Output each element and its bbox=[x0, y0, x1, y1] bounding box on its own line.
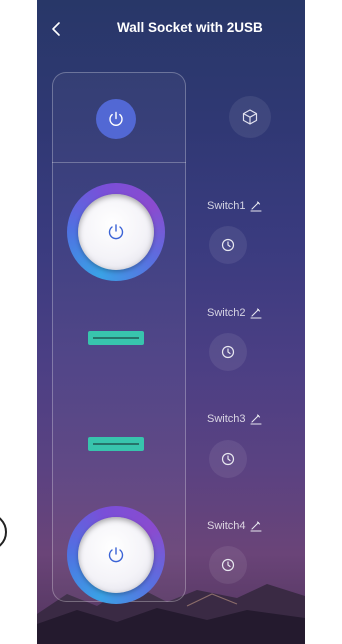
switch3-label: Switch3 bbox=[207, 413, 246, 425]
chevron-left-icon bbox=[52, 22, 60, 36]
top-bar: Wall Socket with 2USB bbox=[37, 0, 305, 60]
switch4-toggle[interactable] bbox=[67, 506, 165, 604]
switch2-timer-button[interactable] bbox=[209, 333, 247, 371]
switch4-row-label: Switch4 bbox=[207, 520, 262, 532]
cube-icon bbox=[242, 109, 258, 125]
master-power-button[interactable] bbox=[96, 99, 136, 139]
switch2-row-label: Switch2 bbox=[207, 307, 262, 319]
switch3-toggle[interactable] bbox=[88, 437, 144, 451]
back-button[interactable] bbox=[43, 16, 69, 42]
switch4-knob bbox=[78, 517, 154, 593]
switch1-timer-button[interactable] bbox=[209, 226, 247, 264]
app-screen: Wall Socket with 2USB Switch1 Switch2 Sw… bbox=[37, 0, 305, 644]
switch1-knob bbox=[78, 194, 154, 270]
pencil-icon[interactable] bbox=[249, 520, 262, 532]
switch1-toggle[interactable] bbox=[67, 183, 165, 281]
switch4-timer-button[interactable] bbox=[209, 546, 247, 584]
clock-icon bbox=[221, 345, 235, 359]
switch3-timer-button[interactable] bbox=[209, 440, 247, 478]
page-title: Wall Socket with 2USB bbox=[117, 20, 263, 35]
pencil-icon[interactable] bbox=[249, 413, 262, 425]
power-icon bbox=[108, 224, 124, 240]
switch1-row-label: Switch1 bbox=[207, 200, 262, 212]
mode-button[interactable] bbox=[229, 96, 271, 138]
switch3-row-label: Switch3 bbox=[207, 413, 262, 425]
clock-icon bbox=[221, 452, 235, 466]
switch2-label: Switch2 bbox=[207, 307, 246, 319]
partial-circle-outline bbox=[0, 517, 7, 547]
pencil-icon[interactable] bbox=[249, 307, 262, 319]
panel-divider bbox=[52, 162, 186, 163]
power-icon bbox=[108, 547, 124, 563]
switch4-label: Switch4 bbox=[207, 520, 246, 532]
clock-icon bbox=[221, 558, 235, 572]
pencil-icon[interactable] bbox=[249, 200, 262, 212]
power-icon bbox=[109, 111, 123, 126]
switch1-label: Switch1 bbox=[207, 200, 246, 212]
clock-icon bbox=[221, 238, 235, 252]
switch2-toggle[interactable] bbox=[88, 331, 144, 345]
